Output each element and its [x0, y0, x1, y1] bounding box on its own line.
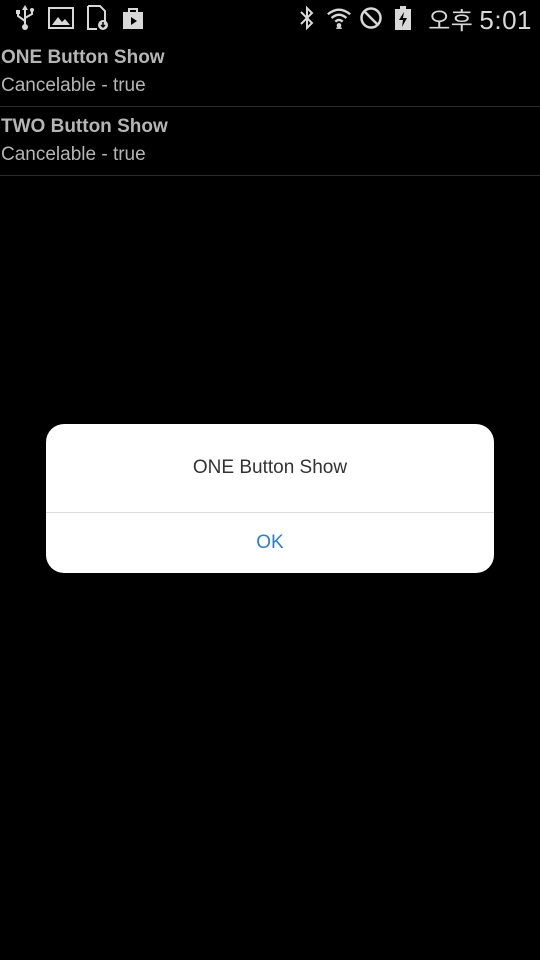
status-right: 오후 5:01: [292, 0, 532, 36]
dialog-demo-list: ONE Button Show Cancelable - true TWO Bu…: [0, 38, 540, 176]
image-icon: [48, 4, 74, 32]
list-item-subtitle: Cancelable - true: [1, 75, 146, 96]
battery-charging-icon: [390, 4, 416, 32]
list-item-title: TWO Button Show: [1, 116, 168, 137]
list-item-subtitle: Cancelable - true: [1, 144, 146, 165]
wifi-icon: [326, 4, 352, 32]
status-clock: 오후 5:01: [428, 1, 532, 36]
status-bar: 오후 5:01: [0, 0, 540, 36]
shopping-bag-icon: [120, 4, 146, 32]
list-item-one-button[interactable]: ONE Button Show Cancelable - true: [0, 38, 540, 107]
bluetooth-icon: [294, 4, 320, 32]
dialog-message: ONE Button Show: [46, 424, 494, 513]
list-item-title: ONE Button Show: [1, 47, 165, 68]
no-sim-icon: [358, 4, 384, 32]
status-left: [12, 0, 156, 36]
clock-time: 5:01: [479, 4, 532, 35]
clock-ampm: 오후: [428, 7, 474, 35]
usb-icon: [12, 4, 38, 32]
list-item-two-button[interactable]: TWO Button Show Cancelable - true: [0, 107, 540, 176]
ok-button[interactable]: OK: [46, 513, 494, 573]
alert-dialog: ONE Button Show OK: [46, 424, 494, 573]
download-icon: [84, 4, 110, 32]
screen: 오후 5:01 ONE Button Show Cancelable - true…: [0, 0, 540, 960]
